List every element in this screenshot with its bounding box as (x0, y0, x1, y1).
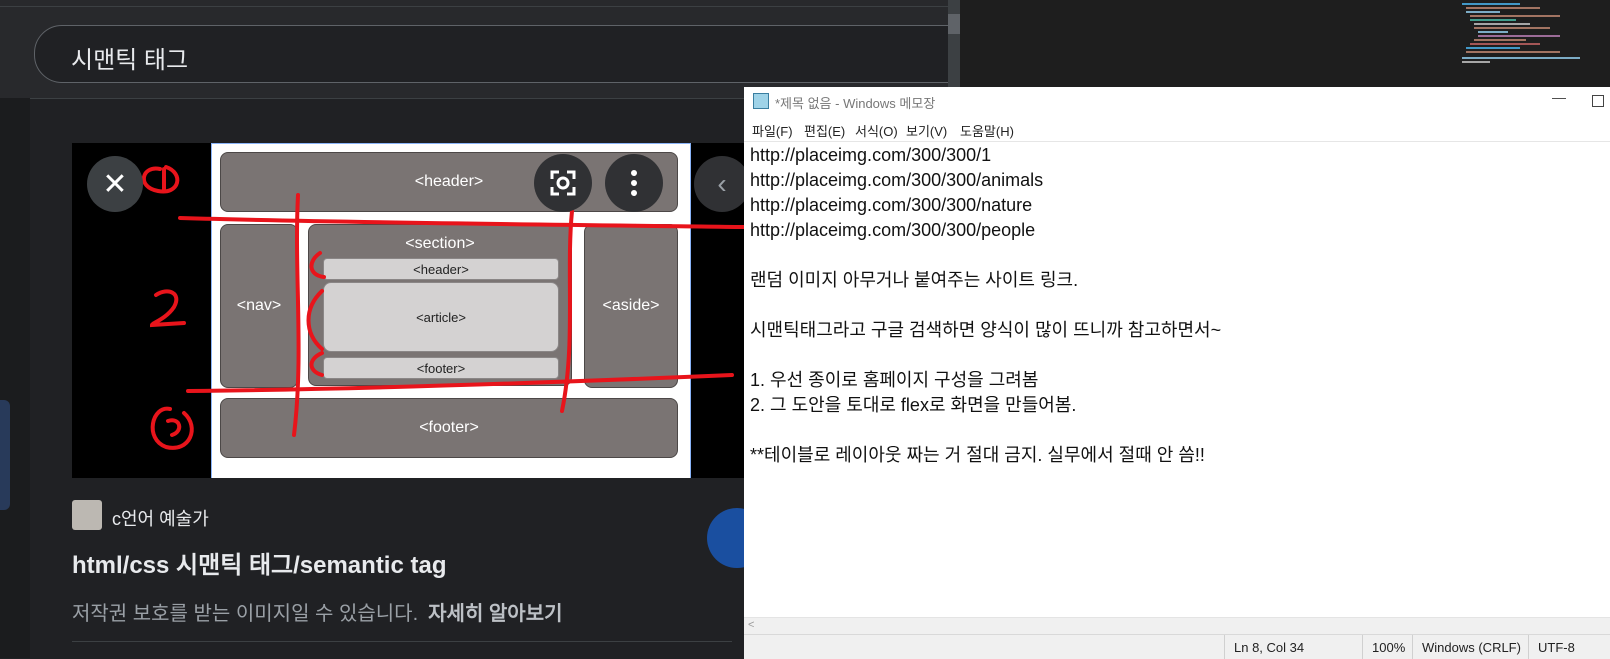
minimize-icon[interactable]: — (1552, 89, 1566, 105)
cursor-position: Ln 8, Col 34 (1234, 640, 1305, 655)
text-line: http://placeimg.com/300/300/people (750, 220, 1036, 240)
previous-image-button[interactable]: ‹ (694, 156, 749, 212)
status-divider (1224, 635, 1225, 659)
menu-file[interactable]: 파일(F) (752, 121, 793, 140)
side-tab[interactable] (0, 400, 10, 510)
text-line: **테이블로 레이아웃 짜는 거 절대 금지. 실무에서 절때 안 씀!! (750, 445, 1205, 465)
window-title: *제목 없음 - Windows 메모장 (775, 96, 936, 111)
annotation-line-bottom (186, 373, 734, 393)
text-line: 2. 그 도안을 토대로 flex로 화면을 만들어봄. (750, 395, 1077, 415)
search-input[interactable]: 시맨틱 태그 (34, 25, 976, 83)
text-line: 1. 우선 종이로 홈페이지 구성을 그려봄 (750, 370, 1039, 390)
more-vert-icon (631, 170, 637, 196)
chevron-left-icon: ‹ (717, 168, 727, 199)
notepad-titlebar[interactable]: *제목 없음 - Windows 메모장 — (744, 87, 1610, 115)
text-line: http://placeimg.com/300/300/nature (750, 195, 1033, 215)
line-ending: Windows (CRLF) (1422, 640, 1521, 655)
copyright-text: 저작권 보호를 받는 이미지일 수 있습니다. (72, 603, 419, 625)
text-line: 랜덤 이미지 아무거나 붙여주는 사이트 링크. (750, 270, 1079, 290)
status-divider (1528, 635, 1529, 659)
annotation-bracket-3 (309, 351, 324, 377)
zoom-level: 100% (1372, 640, 1406, 655)
status-divider (1362, 635, 1363, 659)
image-preview[interactable]: <header> <nav> <section> <header> <artic… (72, 143, 749, 478)
close-button[interactable]: ✕ (87, 156, 143, 212)
annotation-number-2 (149, 289, 186, 328)
notepad-text-area[interactable]: http://placeimg.com/300/300/1 http://pla… (750, 143, 1600, 468)
annotation-line-left (292, 193, 301, 437)
code-editor-minimap (960, 0, 1610, 88)
site-name[interactable]: c언어 예술가 (112, 505, 209, 531)
notepad-icon (753, 93, 769, 109)
lens-search-button[interactable] (534, 154, 592, 212)
maximize-icon[interactable] (1592, 95, 1604, 107)
annotation-bracket-1 (309, 251, 326, 279)
menu-help[interactable]: 도움말(H) (960, 121, 1014, 140)
result-divider (72, 641, 732, 642)
text-line (750, 293, 1600, 318)
annotation-number-3 (150, 406, 194, 450)
status-bar: Ln 8, Col 34 100% Windows (CRLF) UTF-8 (744, 634, 1610, 659)
text-line: http://placeimg.com/300/300/1 (750, 145, 992, 165)
scrollbar-thumb[interactable] (948, 14, 960, 34)
site-logo[interactable] (72, 500, 102, 530)
text-line: 시맨틱태그라고 구글 검색하면 양식이 많이 뜨니까 참고하면서~ (750, 320, 1222, 340)
encoding: UTF-8 (1538, 640, 1575, 655)
scroll-left-icon[interactable]: < (748, 619, 754, 631)
header-divider (0, 6, 960, 7)
notepad-window: *제목 없음 - Windows 메모장 — 파일(F) 편집(E) 서식(O)… (744, 87, 1610, 659)
left-gutter (0, 98, 30, 658)
close-icon: ✕ (102, 167, 128, 201)
learn-more-link[interactable]: 자세히 알아보기 (428, 603, 562, 625)
notepad-menubar: 파일(F) 편집(E) 서식(O) 보기(V) 도움말(H) (744, 115, 1610, 142)
text-line (750, 243, 1600, 268)
annotation-number-1 (142, 165, 180, 194)
copyright-notice: 저작권 보호를 받는 이미지일 수 있습니다. 자세히 알아보기 (72, 597, 563, 626)
lens-icon (550, 170, 576, 196)
annotation-bracket-2 (306, 289, 324, 351)
text-line: http://placeimg.com/300/300/animals (750, 170, 1044, 190)
minimap-code-lines (1462, 3, 1580, 63)
search-query-text: 시맨틱 태그 (71, 47, 189, 74)
result-title-link[interactable]: html/css 시맨틱 태그/semantic tag (72, 545, 447, 580)
text-line (750, 418, 1600, 443)
menu-edit[interactable]: 편집(E) (804, 121, 845, 140)
status-divider (1412, 635, 1413, 659)
menu-view[interactable]: 보기(V) (906, 121, 947, 140)
search-header: 시맨틱 태그 (0, 0, 976, 99)
menu-format[interactable]: 서식(O) (855, 121, 898, 140)
more-options-button[interactable] (605, 154, 663, 212)
horizontal-scrollbar[interactable]: < (744, 617, 1610, 634)
annotation-line-top (178, 216, 746, 229)
text-line (750, 343, 1600, 368)
